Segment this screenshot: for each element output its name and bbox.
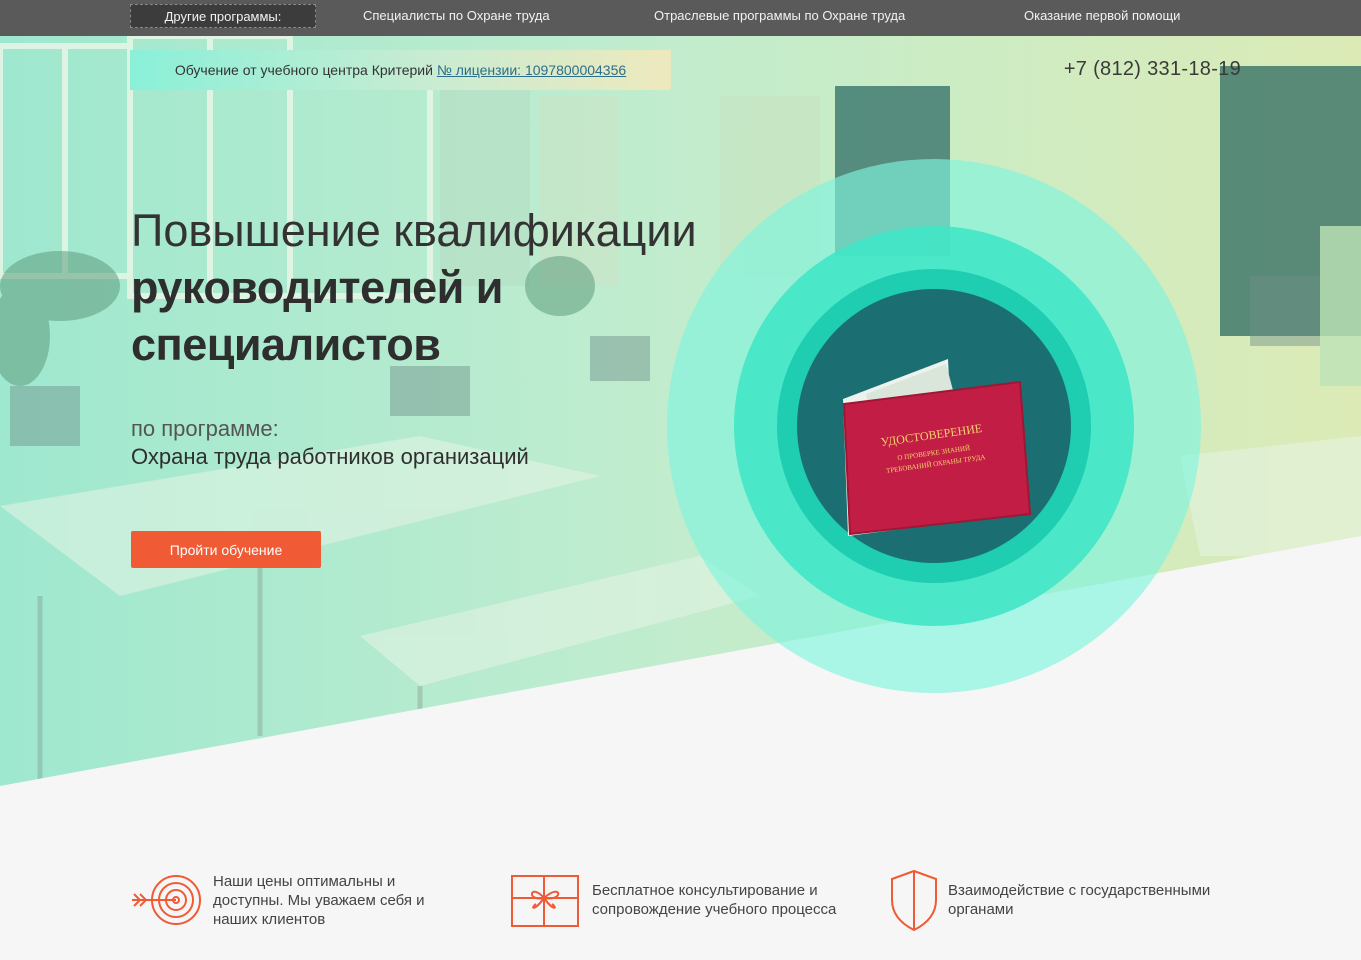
feature-government-text: Взаимодействие с государственными органа… [948, 882, 1211, 918]
feature-prices-text: Наши цены оптимальны и доступны. Мы уваж… [213, 872, 425, 928]
nav-item-other-programs[interactable]: Другие программы: [130, 4, 316, 28]
shield-icon [891, 869, 937, 932]
feature-government: Взаимодействие с государственными органа… [888, 868, 1248, 932]
features-section: Наши цены оптимальны и доступны. Мы уваж… [0, 860, 1361, 940]
certificate-illustration: УДОСТОВЕРЕНИЕ О ПРОВЕРКЕ ЗНАНИЙ ТРЕБОВАН… [667, 159, 1201, 693]
program-name: Охрана труда работников организаций [131, 444, 529, 469]
nav-item-industry-programs[interactable]: Отраслевые программы по Охране труда [654, 0, 905, 32]
program-subtitle: по программе: Охрана труда работников ор… [131, 416, 529, 472]
subtitle-small: по программе: [131, 416, 279, 441]
feature-prices: Наши цены оптимальны и доступны. Мы уваж… [130, 868, 463, 932]
top-navigation: Другие программы: Специалисты по Охране … [0, 0, 1361, 36]
start-training-button[interactable]: Пройти обучение [131, 531, 321, 568]
nav-item-safety-specialists[interactable]: Специалисты по Охране труда [363, 0, 550, 32]
hero-section: Обучение от учебного центра Критерий № л… [0, 36, 1361, 796]
license-link[interactable]: № лицензии: 1097800004356 [437, 62, 626, 78]
license-text: Обучение от учебного центра Критерий [174, 62, 433, 78]
target-arrow-icon [132, 875, 201, 925]
license-bar: Обучение от учебного центра Критерий № л… [130, 50, 671, 90]
feature-consulting: Бесплатное консультирование и сопровожде… [510, 868, 872, 932]
phone-number[interactable]: +7 (812) 331-18-19 [1064, 58, 1241, 81]
gift-icon [511, 875, 579, 927]
feature-consulting-text: Бесплатное консультирование и сопровожде… [592, 882, 837, 918]
nav-item-first-aid[interactable]: Оказание первой помощи [1024, 0, 1180, 32]
